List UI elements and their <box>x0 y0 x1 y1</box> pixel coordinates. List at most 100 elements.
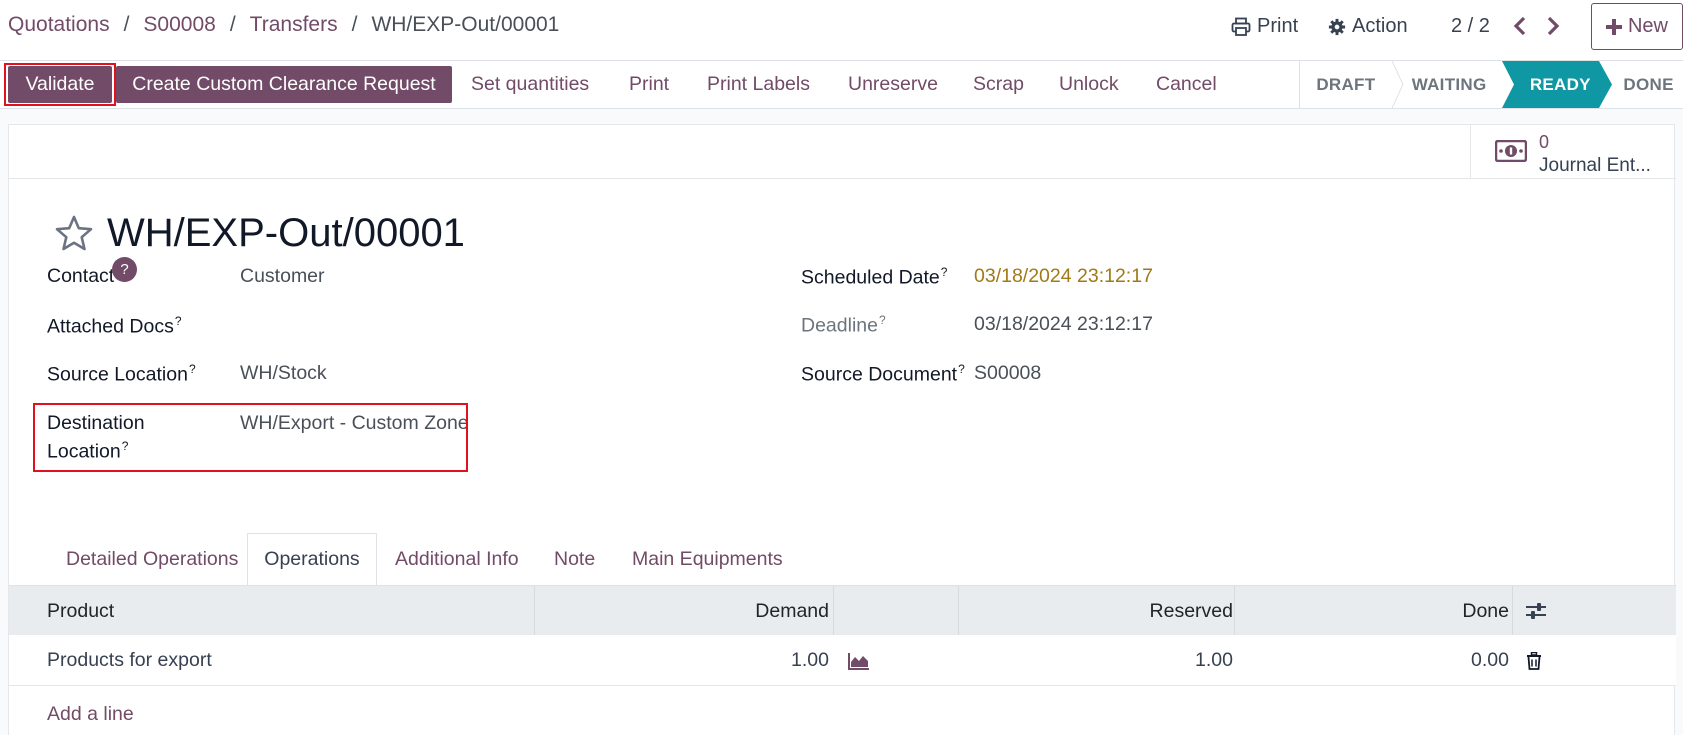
tab-main-equipments[interactable]: Main Equipments <box>632 533 783 585</box>
column-divider <box>958 586 959 636</box>
destination-highlight-box <box>33 403 468 472</box>
reserved-cell[interactable]: 1.00 <box>1195 635 1233 686</box>
chevron-left-icon <box>1513 16 1526 36</box>
tab-note[interactable]: Note <box>554 533 595 585</box>
scheduled-date-label: Scheduled Date? <box>801 265 947 290</box>
delete-row-button[interactable] <box>1526 635 1542 686</box>
forecast-chart-icon <box>848 652 869 670</box>
tab-operations[interactable]: Operations <box>247 533 377 585</box>
custom-clearance-button[interactable]: Create Custom Clearance Request <box>116 66 452 103</box>
scrap-button[interactable]: Scrap <box>973 66 1024 103</box>
product-cell[interactable]: Products for export <box>47 635 212 686</box>
contact-field[interactable]: Customer <box>240 265 325 288</box>
money-icon <box>1495 140 1527 162</box>
attached-docs-label-text: Attached Docs <box>47 315 174 338</box>
deadline-label: Deadline? <box>801 313 886 338</box>
pager-next-button[interactable] <box>1545 16 1561 36</box>
demand-cell[interactable]: 1.00 <box>791 635 829 686</box>
column-divider <box>833 586 834 636</box>
column-divider <box>1234 586 1235 636</box>
trash-icon <box>1527 651 1541 670</box>
form-sheet: 0 Journal Ent... WH/EXP-Out/00001 Contac… <box>8 124 1676 735</box>
operations-table-header: Product Demand Reserved Done <box>9 585 1676 636</box>
tab-additional-info[interactable]: Additional Info <box>395 533 519 585</box>
journal-entries-count: 0 <box>1539 132 1550 152</box>
status-stage-label: DRAFT <box>1316 74 1376 94</box>
set-quantities-button[interactable]: Set quantities <box>471 66 589 103</box>
attached-docs-label: Attached Docs? <box>47 314 182 339</box>
breadcrumb: Quotations / S00008 / Transfers / WH/EXP… <box>8 13 559 37</box>
journal-entries-smart-button[interactable]: 0 Journal Ent... <box>1470 125 1676 179</box>
help-tooltip[interactable]: ? <box>175 314 182 328</box>
source-document-label: Source Document? <box>801 362 965 387</box>
column-divider <box>534 586 535 636</box>
action-menu-button[interactable]: Action <box>1328 15 1408 38</box>
column-header-demand[interactable]: Demand <box>755 586 829 636</box>
status-bar: DRAFT WAITING READY DONE <box>1299 61 1683 108</box>
journal-entries-label: Journal Ent... <box>1539 155 1651 176</box>
deadline-field[interactable]: 03/18/2024 23:12:17 <box>974 313 1153 336</box>
column-settings-button[interactable] <box>1525 586 1547 636</box>
plus-icon <box>1605 18 1622 35</box>
control-panel: Quotations / S00008 / Transfers / WH/EXP… <box>0 0 1683 61</box>
help-badge[interactable]: ? <box>112 257 137 282</box>
scheduled-date-label-text: Scheduled Date <box>801 266 940 289</box>
status-stage-ready[interactable]: READY <box>1502 61 1614 108</box>
tab-detailed-operations[interactable]: Detailed Operations <box>66 533 238 585</box>
print-menu-button[interactable]: Print <box>1231 15 1298 38</box>
star-icon[interactable] <box>55 215 93 251</box>
column-header-reserved[interactable]: Reserved <box>1150 586 1233 636</box>
status-stage-done[interactable]: DONE <box>1614 61 1683 108</box>
breadcrumb-sale-order[interactable]: S00008 <box>143 13 215 37</box>
print-menu-label: Print <box>1257 15 1299 37</box>
pager-previous-button[interactable] <box>1512 16 1528 36</box>
help-tooltip[interactable]: ? <box>958 362 965 376</box>
source-location-label: Source Location? <box>47 362 196 387</box>
new-record-label: New <box>1627 15 1668 37</box>
status-stage-label: WAITING <box>1411 74 1487 94</box>
gear-icon <box>1328 18 1346 36</box>
breadcrumb-separator: / <box>123 13 130 36</box>
pager-value[interactable]: 2 / 2 <box>1451 15 1490 38</box>
breadcrumb-quotations[interactable]: Quotations <box>8 13 110 37</box>
print-icon <box>1231 17 1251 37</box>
add-line-link[interactable]: Add a line <box>47 703 134 726</box>
print-button[interactable]: Print <box>629 66 669 103</box>
deadline-label-text: Deadline <box>801 314 878 337</box>
print-labels-button[interactable]: Print Labels <box>707 66 810 103</box>
help-tooltip[interactable]: ? <box>941 265 948 279</box>
source-location-field[interactable]: WH/Stock <box>240 362 327 385</box>
table-row[interactable]: Products for export 1.00 1.00 0.00 <box>9 635 1676 686</box>
smart-button-box: 0 Journal Ent... <box>9 125 1676 179</box>
new-record-button[interactable]: New <box>1591 3 1683 50</box>
status-stage-label: DONE <box>1623 74 1674 94</box>
source-location-label-text: Source Location <box>47 363 188 386</box>
chevron-right-icon <box>1547 16 1560 36</box>
source-document-label-text: Source Document <box>801 363 958 386</box>
notebook-tabs: Detailed Operations Operations Additiona… <box>9 533 1676 585</box>
help-tooltip[interactable]: ? <box>879 313 886 327</box>
done-cell[interactable]: 0.00 <box>1471 635 1509 686</box>
breadcrumb-current: WH/EXP-Out/00001 <box>371 13 560 36</box>
action-menu-label: Action <box>1352 15 1408 37</box>
help-tooltip[interactable]: ? <box>189 362 196 376</box>
column-divider <box>1512 586 1513 636</box>
breadcrumb-transfers[interactable]: Transfers <box>250 13 338 37</box>
validate-highlight-box <box>4 63 116 106</box>
status-stage-draft[interactable]: DRAFT <box>1300 61 1392 108</box>
breadcrumb-separator: / <box>229 13 236 36</box>
cancel-button[interactable]: Cancel <box>1156 66 1217 103</box>
column-header-product[interactable]: Product <box>47 586 114 636</box>
scheduled-date-field[interactable]: 03/18/2024 23:12:17 <box>974 265 1153 288</box>
status-stage-waiting[interactable]: WAITING <box>1392 61 1507 108</box>
contact-label-text: Contact <box>47 265 115 287</box>
breadcrumb-separator: / <box>351 13 358 36</box>
column-header-done[interactable]: Done <box>1462 586 1509 636</box>
unreserve-button[interactable]: Unreserve <box>848 66 938 103</box>
source-document-field[interactable]: S00008 <box>974 362 1041 385</box>
forecast-report-button[interactable] <box>848 635 870 686</box>
unlock-button[interactable]: Unlock <box>1059 66 1119 103</box>
status-stage-label: READY <box>1529 74 1591 94</box>
record-title: WH/EXP-Out/00001 <box>107 211 465 255</box>
column-settings-icon <box>1526 603 1546 619</box>
